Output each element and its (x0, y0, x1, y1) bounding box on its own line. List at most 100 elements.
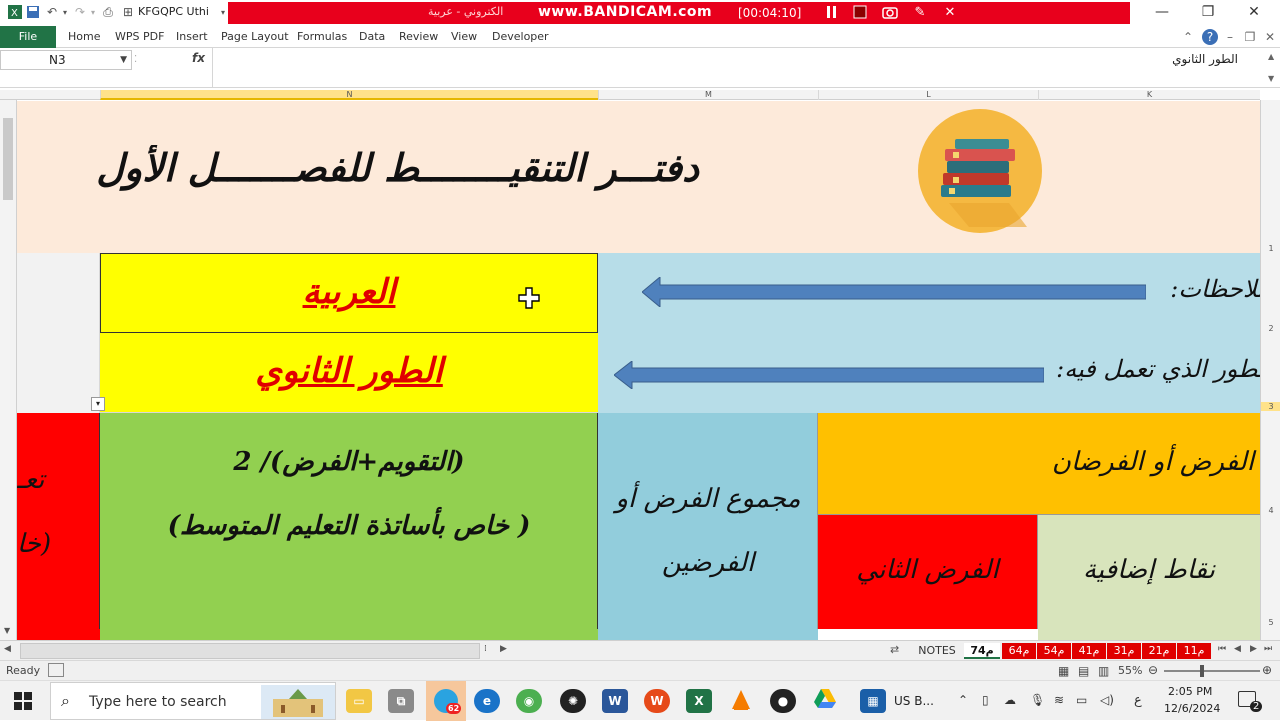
print-preview-icon[interactable]: ⎙ (100, 3, 116, 21)
scroll-right-icon[interactable]: ▶ (500, 644, 507, 654)
tab-view[interactable]: View (451, 26, 477, 48)
vlc-icon[interactable] (728, 689, 754, 713)
column-header-l[interactable]: L (818, 90, 1038, 100)
dropdown-arrow-icon[interactable]: ▾ (91, 397, 105, 411)
close-recorder-icon[interactable]: ✕ (942, 5, 958, 21)
chatgpt-icon[interactable]: ✺ (560, 689, 586, 713)
sheet-tab[interactable]: 5م4 (1037, 643, 1071, 659)
expand-formula-icon[interactable]: ▲ (1268, 52, 1274, 61)
row-header-5[interactable]: 5 (1261, 618, 1280, 627)
chevron-up-icon[interactable]: ⌃ (1180, 29, 1196, 45)
sheet-tab-active[interactable]: 7م4 (964, 643, 1000, 659)
average-header-cell[interactable]: (التقويم+الفرض)/ 2 ( خاص بأساتذة التعليم… (100, 413, 598, 629)
telegram-taskbar-button[interactable]: 62 (426, 681, 466, 721)
bandicam-record-icon[interactable]: ● (770, 689, 796, 713)
ribbon-restore-icon[interactable]: ❐ (1242, 29, 1258, 45)
first-sheet-icon[interactable]: ⏮ (1218, 644, 1226, 654)
wifi-icon[interactable]: ≋ (1054, 693, 1064, 707)
page-break-view-icon[interactable]: ▥ (1098, 664, 1109, 678)
name-box[interactable]: N3 ▼ (0, 50, 132, 70)
wps-icon[interactable]: W (644, 689, 670, 713)
blank-cell[interactable] (17, 253, 100, 333)
zoom-slider-thumb[interactable] (1200, 665, 1204, 677)
tab-split-icon[interactable]: ⁞ (484, 644, 487, 654)
tab-file[interactable]: File (0, 26, 56, 48)
taskbar-search-box[interactable]: ⌕ Type here to search (50, 682, 336, 720)
language-item[interactable]: US B... (894, 694, 934, 708)
row-header-2[interactable]: 2 (1261, 324, 1280, 333)
scroll-down-icon[interactable]: ▼ (4, 626, 10, 635)
tests-sum-header-cell[interactable]: مجموع الفرض أو الفرضين (598, 413, 818, 629)
edge-icon[interactable]: e (474, 689, 500, 713)
scroll-left-icon[interactable]: ◀ (4, 644, 11, 654)
page-layout-view-icon[interactable]: ▤ (1078, 664, 1089, 678)
column-header-n[interactable]: N (100, 90, 598, 100)
sheet-tab[interactable]: 1م1 (1177, 643, 1211, 659)
camera-icon[interactable] (882, 5, 898, 21)
scrollbar-thumb[interactable] (3, 118, 13, 200)
cloud-icon[interactable]: ☁ (1004, 693, 1016, 707)
tab-developer[interactable]: Developer (492, 26, 549, 48)
zoom-level[interactable]: 55% (1118, 664, 1142, 677)
microphone-icon[interactable]: 🎙 (1030, 693, 1045, 707)
row-header-4[interactable]: 4 (1261, 506, 1280, 515)
help-icon[interactable]: ? (1202, 29, 1218, 45)
next-sheet-icon[interactable]: ▶ (1250, 644, 1257, 654)
column-header-m[interactable]: M (598, 90, 818, 100)
font-name-box[interactable]: KFGQPC Uthi (138, 3, 220, 21)
extra-points-header[interactable]: نقاط إضافية (1038, 515, 1260, 629)
tab-formulas[interactable]: Formulas (297, 26, 347, 48)
tab-wps-pdf[interactable]: WPS PDF (115, 26, 164, 48)
battery-icon[interactable]: ▭ (1076, 693, 1087, 707)
sheet-tab[interactable]: 6م4 (1002, 643, 1036, 659)
network-app-icon[interactable]: ⧉ (388, 689, 414, 713)
windows-start-icon[interactable] (14, 692, 32, 713)
excel-icon[interactable]: X (686, 689, 712, 713)
macro-record-icon[interactable] (48, 663, 64, 677)
sheet-tab[interactable]: 2م1 (1142, 643, 1176, 659)
font-dropdown-icon[interactable]: ▾ (218, 3, 228, 21)
chevron-down-icon[interactable]: ▼ (120, 51, 127, 69)
last-sheet-icon[interactable]: ⏭ (1264, 644, 1272, 654)
sheet-nav-icon[interactable]: ⇄ (890, 643, 899, 656)
level-cell[interactable]: الطور الثانوي (100, 333, 598, 413)
ime-indicator[interactable]: ع (1134, 693, 1142, 708)
undo-dropdown-icon[interactable]: ▾ (60, 3, 70, 21)
tab-page-layout[interactable]: Page Layout (221, 26, 289, 48)
formula-content[interactable]: الطور الثانوي (1172, 52, 1238, 66)
tab-review[interactable]: Review (399, 26, 438, 48)
clock-time[interactable]: 2:05 PM (1168, 685, 1212, 698)
file-explorer-icon[interactable]: ▭ (346, 689, 372, 713)
ribbon-minimize-icon[interactable]: – (1222, 29, 1238, 45)
vertical-scrollbar[interactable]: ▼ (0, 100, 17, 640)
google-drive-icon[interactable] (812, 689, 838, 713)
minimize-icon[interactable]: — (1152, 4, 1172, 22)
stop-icon[interactable] (852, 5, 868, 21)
redo-icon[interactable]: ↷ (72, 3, 88, 21)
weather-app-icon[interactable]: ▦ (860, 689, 886, 713)
undo-icon[interactable]: ↶ (44, 3, 60, 21)
blank-cell[interactable] (17, 333, 100, 413)
level-label-cell[interactable]: الطور الذي تعمل فيه: (598, 333, 1260, 413)
prev-sheet-icon[interactable]: ◀ (1234, 644, 1241, 654)
save-icon[interactable] (24, 3, 42, 21)
sheet-tab[interactable]: 3م1 (1107, 643, 1141, 659)
pause-icon[interactable] (824, 5, 840, 21)
word-icon[interactable]: W (602, 689, 628, 713)
redo-dropdown-icon[interactable]: ▾ (88, 3, 98, 21)
clock-date[interactable]: 12/6/2024 (1164, 702, 1220, 715)
spreadsheet-grid[interactable]: دفتـــر التنقيــــــــط للفصـــــــل الأ… (17, 101, 1260, 641)
normal-view-icon[interactable]: ▦ (1058, 664, 1069, 678)
collapse-formula-icon[interactable]: ▼ (1268, 74, 1274, 83)
volume-icon[interactable]: ◁) (1100, 693, 1114, 707)
chevron-up-icon[interactable]: ⌃ (958, 693, 968, 707)
tablet-icon[interactable]: ▯ (982, 693, 989, 707)
tree-icon[interactable]: ⊞ (120, 3, 136, 21)
tab-data[interactable]: Data (359, 26, 385, 48)
sheet-tab-notes[interactable]: NOTES (912, 643, 962, 659)
zoom-out-icon[interactable]: ⊖ (1148, 663, 1158, 677)
horizontal-scrollbar[interactable] (20, 643, 480, 659)
column-header-k[interactable]: K (1038, 90, 1260, 100)
chrome-icon[interactable]: ◉ (516, 689, 542, 713)
tests-header-cell[interactable]: الفرض أو الفرضان (818, 413, 1260, 515)
